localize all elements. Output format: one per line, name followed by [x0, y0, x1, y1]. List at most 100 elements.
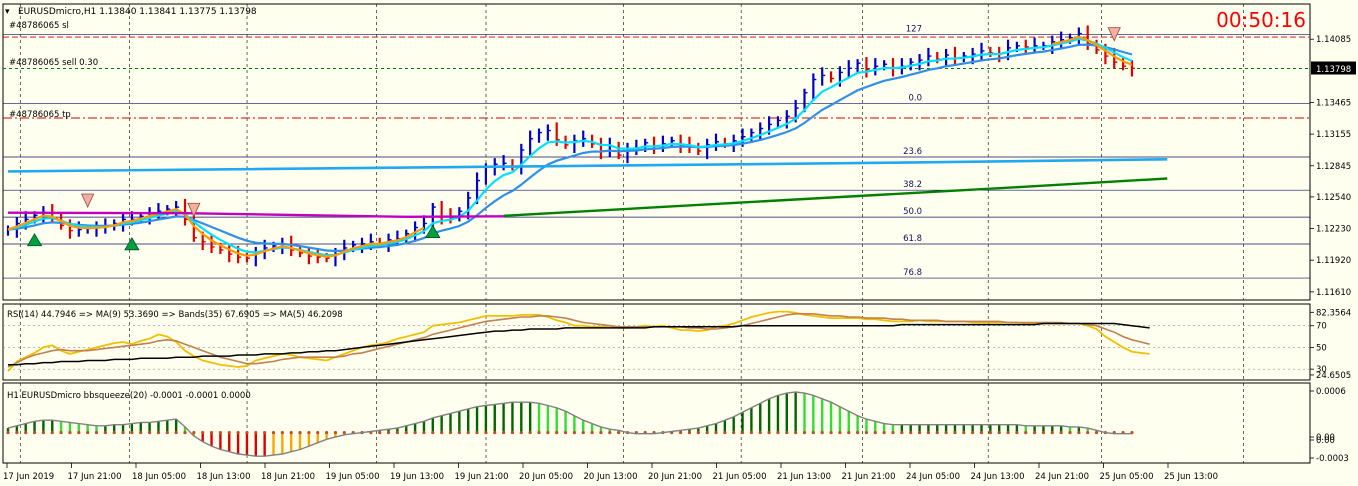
time-axis-label: 25 Jun 13:00	[1164, 472, 1218, 482]
squeeze-dot	[86, 430, 90, 435]
price-axis-label: 1.14085	[1316, 35, 1351, 45]
price-axes: 1.14085 1.13798 1.13465 1.13155 1.12845 1.125…	[1310, 35, 1356, 464]
price-axis-label: -0.0003	[1316, 454, 1349, 464]
squeeze-dot	[24, 430, 28, 435]
fibo-level-label: 61.8	[903, 234, 922, 244]
squeeze-dot	[395, 430, 399, 435]
squeeze-dot	[882, 430, 886, 435]
chart-title: EURUSDmicro,H1 1.13840 1.13841 1.13775 1…	[18, 7, 257, 17]
header-menu-triangle-icon[interactable]: ▾	[5, 7, 10, 17]
squeeze-dot	[112, 430, 116, 435]
squeeze-dot	[386, 430, 391, 435]
squeeze-dot	[183, 430, 187, 435]
order-sl-label[interactable]: #48786065 sl	[9, 21, 69, 31]
order-tp-label[interactable]: #48786065 tp	[9, 110, 71, 120]
fibo-level-label: 0.0	[908, 93, 922, 103]
squeeze-dot	[325, 430, 329, 435]
squeeze-dot	[245, 430, 249, 435]
fibo-level-label: 76.8	[903, 268, 922, 278]
price-axis-label: 1.13465	[1316, 98, 1351, 108]
price-axis-label: 50	[1316, 343, 1327, 353]
time-axis-label: 17 Jun 21:00	[68, 472, 122, 482]
squeeze-dot	[307, 430, 311, 435]
squeeze-dot	[165, 430, 169, 435]
squeeze-dot	[873, 430, 877, 435]
squeeze-dot	[41, 430, 46, 435]
squeeze-dot	[608, 430, 612, 435]
time-axis-label: 21 Jun 21:00	[842, 472, 896, 482]
squeeze-dot	[510, 430, 515, 435]
squeeze-dot	[962, 430, 966, 435]
squeeze-dot	[130, 430, 134, 435]
time-axis-label: 20 Jun 13:00	[584, 472, 638, 482]
squeeze-dot	[679, 430, 683, 435]
squeeze-dot	[15, 430, 19, 435]
squeeze-dot	[1059, 430, 1063, 435]
squeeze-dot	[139, 430, 143, 435]
squeeze-dot	[1094, 430, 1099, 435]
squeeze-dot	[802, 430, 807, 435]
squeeze-dot	[581, 430, 585, 435]
squeeze-dot	[1068, 430, 1072, 435]
time-axis: 17 Jun 2019 17 Jun 21:00 18 Jun 05:00 18 Ju…	[3, 463, 1218, 482]
squeeze-dot	[572, 430, 577, 435]
squeeze-dot	[209, 430, 214, 435]
squeeze-dot	[493, 430, 497, 435]
price-axis-label: 70	[1316, 322, 1327, 332]
squeeze-dot	[563, 430, 568, 435]
squeeze-dot	[944, 430, 948, 435]
squeeze-dot	[342, 430, 346, 435]
squeeze-dot	[77, 430, 81, 435]
squeeze-dot	[68, 430, 72, 435]
squeeze-dot	[227, 430, 231, 435]
squeeze-dot	[555, 430, 559, 435]
squeeze-dot	[448, 430, 453, 435]
trading-chart-canvas[interactable]: 127 0.0 23.6 38.2 50.0 61.8 76.8 1.14085 1.1379…	[0, 0, 1358, 486]
rsi-panel-title: RSI(14) 44.7946 => MA(9) 53.3690 => Band…	[7, 310, 343, 320]
time-axis-label: 20 Jun 05:00	[519, 472, 573, 482]
squeeze-dot	[1077, 430, 1081, 435]
squeeze-dot	[820, 430, 824, 435]
time-axis-label: 24 Jun 05:00	[906, 472, 960, 482]
order-entry-label[interactable]: #48786065 sell 0.30	[9, 58, 98, 68]
squeeze-dot	[714, 430, 718, 435]
price-axis-label: 1.12845	[1316, 162, 1351, 172]
time-axis-label: 19 Jun 21:00	[455, 472, 509, 482]
price-axis-label: 0.00	[1316, 436, 1335, 446]
squeeze-dot	[192, 430, 196, 435]
squeeze-dot	[466, 430, 470, 435]
fibo-level-label: 38.2	[903, 180, 922, 190]
candle-timer: 00:50:16	[1216, 8, 1306, 32]
squeeze-dot	[811, 430, 815, 435]
squeeze-dot	[794, 430, 798, 435]
squeeze-dot	[519, 430, 523, 435]
squeeze-dot	[413, 430, 417, 435]
squeeze-dot	[422, 430, 426, 435]
time-axis-label: 18 Jun 21:00	[261, 472, 315, 482]
squeeze-dot	[687, 430, 692, 435]
time-axis-label: 24 Jun 21:00	[1035, 472, 1089, 482]
price-axis-label: 1.11920	[1316, 256, 1351, 266]
squeeze-dot	[1024, 430, 1028, 435]
current-price-value: 1.13798	[1316, 65, 1351, 75]
squeeze-dot	[475, 430, 479, 435]
squeeze-dot	[909, 430, 913, 435]
squeeze-dot	[457, 430, 461, 435]
time-axis-label: 19 Jun 05:00	[326, 472, 380, 482]
squeeze-dot	[1050, 430, 1054, 435]
squeeze-dot	[236, 430, 240, 435]
time-axis-label: 25 Jun 05:00	[1100, 472, 1154, 482]
fibo-level-label: 127	[906, 24, 922, 34]
squeeze-dot	[6, 430, 10, 435]
price-axis-label: 1.13155	[1316, 130, 1351, 140]
bbsqueeze-panel-title: H1 EURUSDmicro bbsqueeze(20) -0.0001 -0.…	[7, 391, 251, 401]
squeeze-dot	[926, 430, 931, 435]
squeeze-dot	[1015, 430, 1019, 435]
squeeze-dot	[1033, 430, 1037, 435]
squeeze-dot	[50, 430, 54, 435]
squeeze-dot	[758, 430, 762, 435]
squeeze-dot	[263, 430, 267, 435]
squeeze-dot	[740, 430, 745, 435]
time-axis-label: 20 Jun 21:00	[648, 472, 702, 482]
squeeze-dot	[935, 430, 939, 435]
